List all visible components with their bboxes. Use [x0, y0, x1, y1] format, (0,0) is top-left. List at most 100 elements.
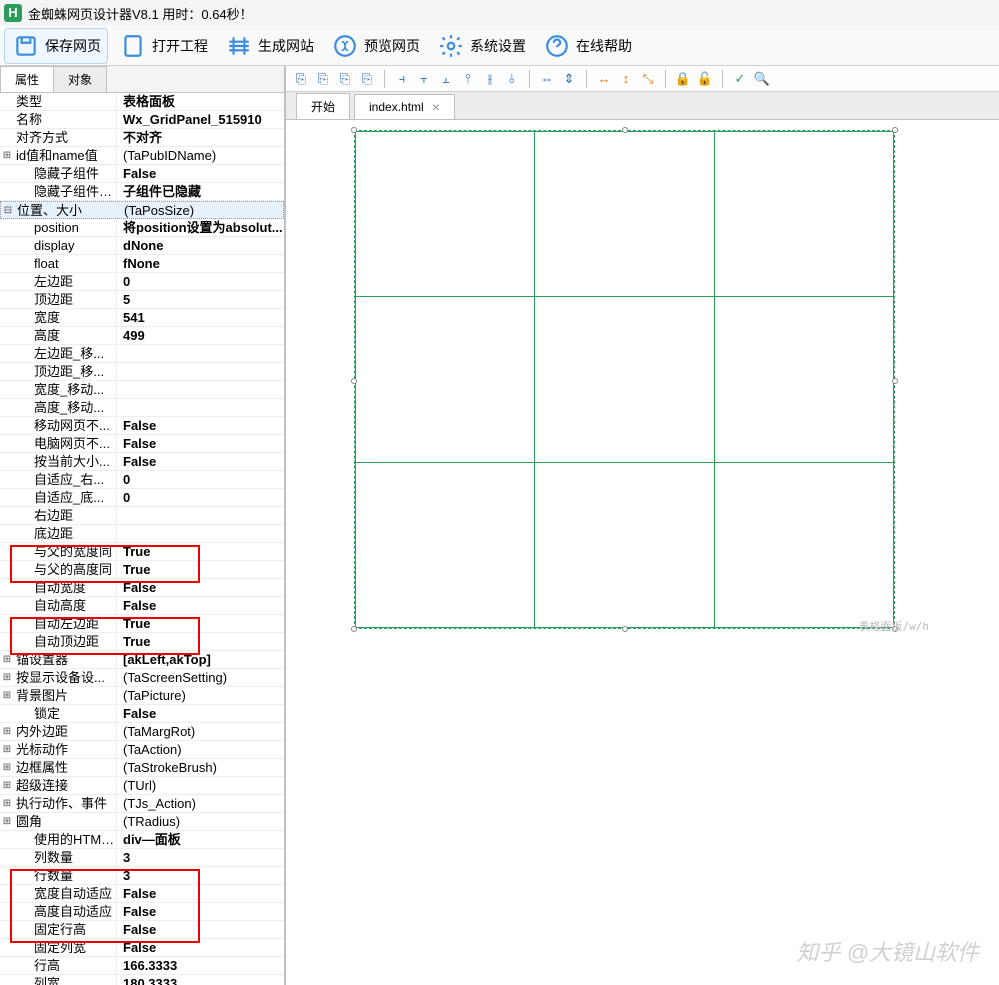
property-row[interactable]: 宽度_移动... [0, 381, 284, 399]
property-row[interactable]: 电脑网页不...False [0, 435, 284, 453]
tool-icon[interactable]: ⎘ [358, 70, 376, 88]
grid-panel-component[interactable] [354, 130, 895, 629]
expand-icon[interactable]: ⊞ [0, 759, 14, 776]
property-row[interactable]: ⊞id值和name值(TaPubIDName) [0, 147, 284, 165]
size-icon[interactable]: ↕ [617, 70, 635, 88]
expand-icon[interactable]: ⊞ [0, 795, 14, 812]
tool-icon[interactable]: ⎘ [314, 70, 332, 88]
property-value[interactable]: 5 [116, 291, 284, 308]
property-value[interactable]: False [116, 903, 284, 920]
property-value[interactable]: False [116, 453, 284, 470]
resize-handle[interactable] [892, 127, 898, 133]
property-row[interactable]: ⊞按显示设备设...(TaScreenSetting) [0, 669, 284, 687]
property-row[interactable]: 按当前大小...False [0, 453, 284, 471]
property-value[interactable]: Wx_GridPanel_515910 [116, 111, 284, 128]
property-value[interactable]: (TaPosSize) [117, 202, 283, 218]
property-row[interactable]: 自动顶边距True [0, 633, 284, 651]
property-row[interactable]: 行高166.3333 [0, 957, 284, 975]
property-value[interactable]: dNone [116, 237, 284, 254]
property-value[interactable]: 499 [116, 327, 284, 344]
property-row[interactable]: 右边距 [0, 507, 284, 525]
property-value[interactable]: True [116, 543, 284, 560]
property-value[interactable]: False [116, 921, 284, 938]
property-row[interactable]: 自适应_右...0 [0, 471, 284, 489]
property-row[interactable]: 自动宽度False [0, 579, 284, 597]
align-middle-icon[interactable]: ⫲ [481, 70, 499, 88]
property-row[interactable]: 与父的宽度同True [0, 543, 284, 561]
tab-start[interactable]: 开始 [296, 93, 350, 119]
property-value[interactable]: div—面板 [116, 831, 284, 848]
property-row[interactable]: 自动左边距True [0, 615, 284, 633]
tool-icon[interactable]: ⎘ [336, 70, 354, 88]
property-row[interactable]: 使用的HTML对象div—面板 [0, 831, 284, 849]
property-value[interactable] [116, 381, 284, 398]
size-icon[interactable]: ⤡ [639, 70, 657, 88]
property-value[interactable]: 3 [116, 867, 284, 884]
unlock-icon[interactable]: 🔓 [696, 70, 714, 88]
property-row[interactable]: 高度自动适应False [0, 903, 284, 921]
expand-icon[interactable]: ⊞ [0, 741, 14, 758]
property-row[interactable]: 高度_移动... [0, 399, 284, 417]
property-value[interactable]: (TaScreenSetting) [116, 669, 284, 686]
align-top-icon[interactable]: ⫯ [459, 70, 477, 88]
property-row[interactable]: ⊟位置、大小(TaPosSize) [0, 201, 284, 219]
expand-icon[interactable]: ⊞ [0, 669, 14, 686]
property-value[interactable]: False [116, 579, 284, 596]
distribute-icon[interactable]: ⇔ [538, 70, 556, 88]
property-value[interactable]: 0 [116, 489, 284, 506]
property-value[interactable] [116, 345, 284, 362]
expand-icon[interactable]: ⊞ [0, 777, 14, 794]
property-value[interactable]: (TUrl) [116, 777, 284, 794]
distribute-icon[interactable]: ⇕ [560, 70, 578, 88]
property-row[interactable]: 行数量3 [0, 867, 284, 885]
expand-icon[interactable]: ⊞ [0, 147, 14, 164]
property-value[interactable]: 541 [116, 309, 284, 326]
property-row[interactable]: position将position设置为absolut... [0, 219, 284, 237]
property-value[interactable]: (TaPicture) [116, 687, 284, 704]
expand-icon[interactable]: ⊞ [0, 687, 14, 704]
tab-objects[interactable]: 对象 [53, 66, 107, 92]
property-row[interactable]: ⊞锚设置器[akLeft,akTop] [0, 651, 284, 669]
resize-handle[interactable] [622, 626, 628, 632]
property-row[interactable]: 顶边距_移... [0, 363, 284, 381]
online-help-button[interactable]: 在线帮助 [536, 29, 638, 63]
property-value[interactable]: fNone [116, 255, 284, 272]
save-page-button[interactable]: 保存网页 [4, 28, 108, 64]
property-row[interactable]: 列数量3 [0, 849, 284, 867]
property-row[interactable]: 隐藏子组件说明子组件已隐藏 [0, 183, 284, 201]
property-row[interactable]: ⊞超级连接(TUrl) [0, 777, 284, 795]
property-row[interactable]: 宽度541 [0, 309, 284, 327]
property-value[interactable]: False [116, 705, 284, 722]
property-row[interactable]: 列宽180.3333 [0, 975, 284, 985]
expand-icon[interactable]: ⊞ [0, 651, 14, 668]
property-value[interactable]: 将position设置为absolut... [116, 219, 284, 236]
preview-page-button[interactable]: 预览网页 [324, 29, 426, 63]
resize-handle[interactable] [351, 626, 357, 632]
property-row[interactable]: displaydNone [0, 237, 284, 255]
property-value[interactable]: (TaStrokeBrush) [116, 759, 284, 776]
property-row[interactable]: floatfNone [0, 255, 284, 273]
property-value[interactable] [116, 507, 284, 524]
property-value[interactable]: 3 [116, 849, 284, 866]
resize-handle[interactable] [892, 378, 898, 384]
property-row[interactable]: 固定行高False [0, 921, 284, 939]
property-row[interactable]: 对齐方式不对齐 [0, 129, 284, 147]
property-row[interactable]: 类型表格面板 [0, 93, 284, 111]
property-row[interactable]: ⊞执行动作、事件(TJs_Action) [0, 795, 284, 813]
property-value[interactable]: 180.3333 [116, 975, 284, 985]
property-row[interactable]: ⊞光标动作(TaAction) [0, 741, 284, 759]
property-row[interactable]: 移动网页不...False [0, 417, 284, 435]
generate-site-button[interactable]: 生成网站 [218, 29, 320, 63]
property-value[interactable]: False [116, 435, 284, 452]
property-value[interactable]: (TaPubIDName) [116, 147, 284, 164]
property-value[interactable]: (TRadius) [116, 813, 284, 830]
system-settings-button[interactable]: 系统设置 [430, 29, 532, 63]
property-value[interactable]: True [116, 615, 284, 632]
property-row[interactable]: 自动高度False [0, 597, 284, 615]
property-row[interactable]: 顶边距5 [0, 291, 284, 309]
property-row[interactable]: 名称Wx_GridPanel_515910 [0, 111, 284, 129]
property-value[interactable]: True [116, 561, 284, 578]
property-value[interactable] [116, 399, 284, 416]
property-row[interactable]: 固定列宽False [0, 939, 284, 957]
property-row[interactable]: 左边距0 [0, 273, 284, 291]
